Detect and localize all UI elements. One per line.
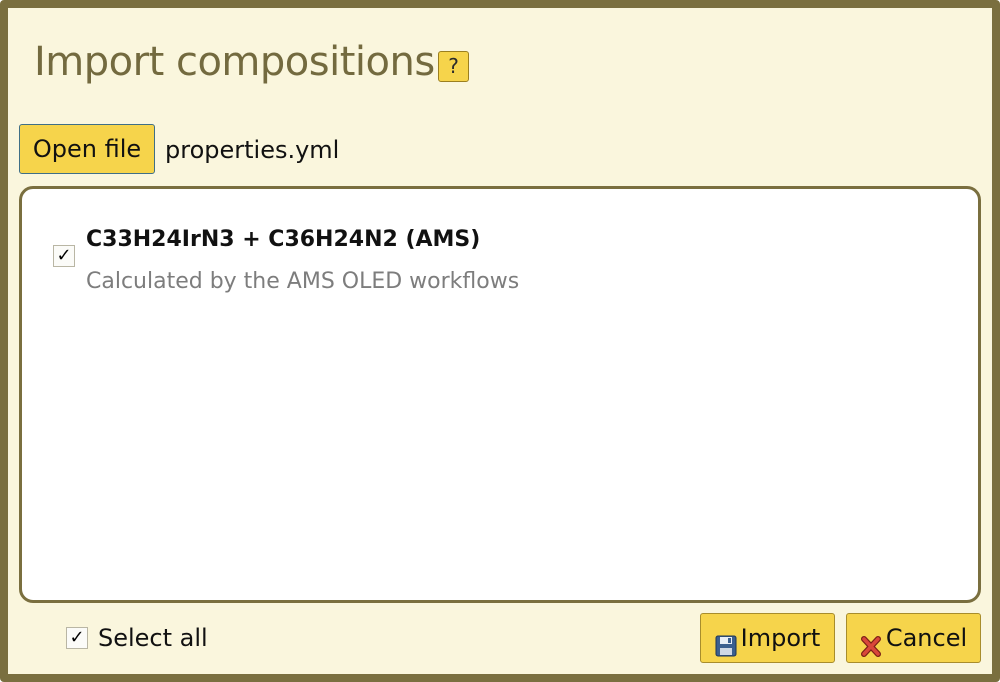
select-all-checkbox[interactable]: ✓ [66, 627, 88, 649]
dialog-title: Import compositions [34, 39, 435, 85]
cancel-label: Cancel [885, 624, 968, 652]
help-button[interactable]: ? [438, 51, 469, 82]
select-all-label[interactable]: Select all [98, 623, 208, 653]
import-button[interactable]: Import [700, 613, 835, 663]
composition-title: C33H24IrN3 + C36H24N2 (AMS) [86, 227, 481, 252]
red-x-icon [860, 626, 882, 657]
floppy-disk-icon [715, 626, 737, 657]
composition-description: Calculated by the AMS OLED workflows [86, 269, 520, 294]
composition-list: ✓ C33H24IrN3 + C36H24N2 (AMS) Calculated… [19, 186, 981, 603]
open-file-button[interactable]: Open file [19, 124, 155, 174]
composition-checkbox[interactable]: ✓ [53, 245, 75, 267]
import-label: Import [740, 624, 821, 652]
cancel-button[interactable]: Cancel [846, 613, 981, 663]
import-compositions-dialog: Import compositions ? Open file properti… [0, 0, 1000, 682]
selected-filename: properties.yml [165, 136, 340, 164]
